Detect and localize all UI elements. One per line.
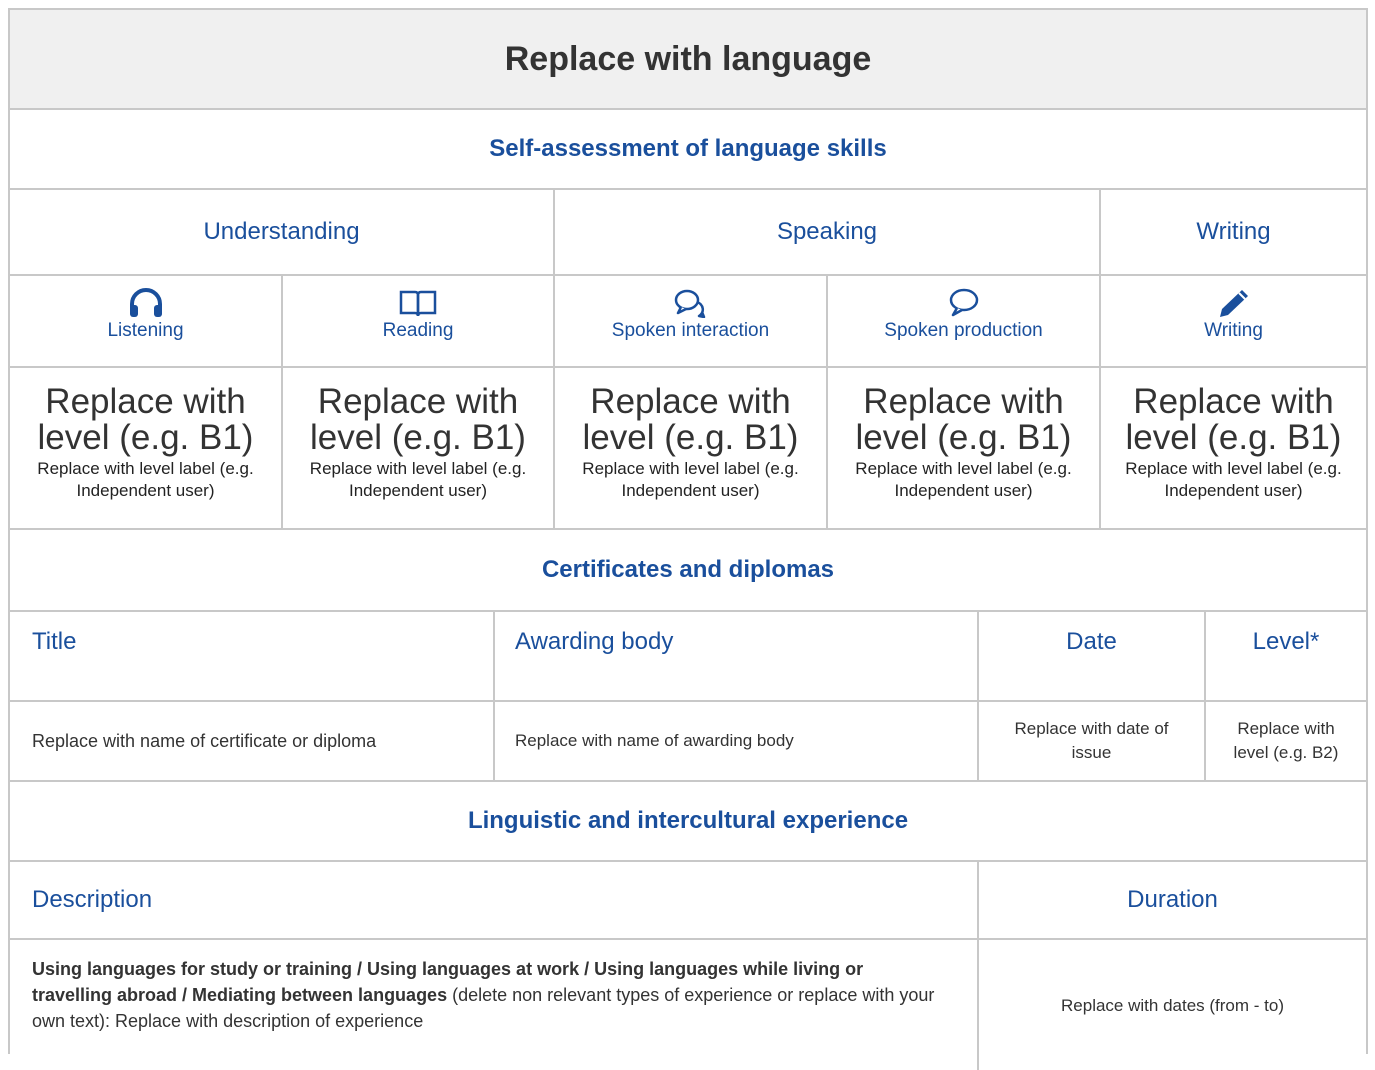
pencil-icon	[1219, 290, 1248, 317]
experience-duration-cell: Replace with dates (from - to)	[977, 940, 1366, 1070]
col-awarding-body-label: Awarding body	[515, 628, 674, 655]
skill-listening-label: Listening	[107, 320, 184, 341]
cert-awarding-body-cell: Replace with name of awarding body	[493, 702, 977, 780]
level-label: Replace with level label (e.g. Independe…	[1125, 459, 1342, 500]
skill-reading-label: Reading	[382, 320, 454, 341]
col-title: Title	[10, 612, 493, 700]
group-understanding: Understanding	[10, 190, 553, 274]
experience-description-cell: Using languages for study or training / …	[10, 940, 977, 1070]
level-spoken-production: Replace with level (e.g. B1) Replace wit…	[826, 368, 1099, 528]
cert-date-cell: Replace with date of issue	[977, 702, 1204, 780]
experience-heading: Linguistic and intercultural experience	[467, 807, 909, 834]
skill-writing-label: Writing	[1204, 320, 1263, 341]
speech-bubble-icon	[949, 288, 978, 317]
col-level: Level*	[1204, 612, 1366, 700]
self-assessment-heading-row: Self-assessment of language skills	[10, 110, 1366, 190]
group-writing: Writing	[1099, 190, 1366, 274]
col-title-label: Title	[32, 628, 77, 655]
cert-title: Replace with name of certificate or dipl…	[32, 731, 377, 751]
book-icon	[399, 290, 437, 317]
self-assessment-heading: Self-assessment of language skills	[489, 135, 887, 162]
group-understanding-label: Understanding	[203, 218, 360, 245]
level-reading: Replace with level (e.g. B1) Replace wit…	[281, 368, 553, 528]
cert-level: Replace with level (e.g. B2)	[1233, 719, 1339, 762]
group-writing-label: Writing	[1196, 218, 1271, 245]
level-writing: Replace with level (e.g. B1) Replace wit…	[1099, 368, 1366, 528]
col-level-label: Level*	[1252, 628, 1320, 655]
skill-writing: Writing	[1099, 276, 1366, 366]
level-value: Replace with level (e.g. B1)	[37, 382, 254, 457]
skill-groups-row: Understanding Speaking Writing	[10, 190, 1366, 276]
level-value: Replace with level (e.g. B1)	[1125, 382, 1342, 457]
skill-reading: Reading	[281, 276, 553, 366]
cert-awarding-body: Replace with name of awarding body	[515, 731, 794, 750]
level-label: Replace with level label (e.g. Independe…	[37, 459, 254, 500]
cert-title-cell: Replace with name of certificate or dipl…	[10, 702, 493, 780]
cert-level-cell: Replace with level (e.g. B2)	[1204, 702, 1366, 780]
col-description: Description	[10, 862, 977, 938]
skills-row: Listening Reading Spoken interaction Spo…	[10, 276, 1366, 368]
experience-header-row: Description Duration	[10, 862, 1366, 940]
level-value: Replace with level (e.g. B1)	[310, 382, 526, 457]
col-duration-label: Duration	[1127, 886, 1218, 913]
level-spoken-interaction: Replace with level (e.g. B1) Replace wit…	[553, 368, 826, 528]
level-label: Replace with level label (e.g. Independe…	[855, 459, 1072, 500]
skill-spoken-production-label: Spoken production	[884, 320, 1043, 341]
experience-description: Using languages for study or training / …	[32, 956, 947, 1034]
language-skills-table: Replace with language Self-assessment of…	[8, 8, 1368, 1070]
certificates-header-row: Title Awarding body Date Level*	[10, 612, 1366, 702]
skill-spoken-production: Spoken production	[826, 276, 1099, 366]
cert-date: Replace with date of issue	[1014, 719, 1169, 762]
skill-spoken-interaction-label: Spoken interaction	[611, 320, 770, 341]
title-row: Replace with language	[10, 10, 1366, 110]
chat-bubbles-icon	[674, 289, 705, 318]
levels-row: Replace with level (e.g. B1) Replace wit…	[10, 368, 1366, 530]
page-title: Replace with language	[504, 39, 872, 78]
skill-spoken-interaction: Spoken interaction	[553, 276, 826, 366]
col-date: Date	[977, 612, 1204, 700]
level-value: Replace with level (e.g. B1)	[855, 382, 1072, 457]
certificates-heading-row: Certificates and diplomas	[10, 530, 1366, 612]
headphones-icon	[129, 288, 162, 317]
certificates-heading: Certificates and diplomas	[541, 556, 835, 583]
experience-row: Using languages for study or training / …	[10, 940, 1366, 1070]
skill-listening: Listening	[10, 276, 281, 366]
certificate-row: Replace with name of certificate or dipl…	[10, 702, 1366, 782]
level-label: Replace with level label (e.g. Independe…	[582, 459, 799, 500]
group-speaking: Speaking	[553, 190, 1099, 274]
group-speaking-label: Speaking	[776, 218, 878, 245]
level-label: Replace with level label (e.g. Independe…	[309, 459, 527, 500]
level-value: Replace with level (e.g. B1)	[582, 382, 799, 457]
col-duration: Duration	[977, 862, 1366, 938]
col-awarding-body: Awarding body	[493, 612, 977, 700]
col-date-label: Date	[1066, 628, 1117, 655]
experience-heading-row: Linguistic and intercultural experience	[10, 782, 1366, 862]
col-description-label: Description	[32, 886, 153, 913]
level-listening: Replace with level (e.g. B1) Replace wit…	[10, 368, 281, 528]
experience-duration: Replace with dates (from - to)	[1061, 996, 1284, 1015]
